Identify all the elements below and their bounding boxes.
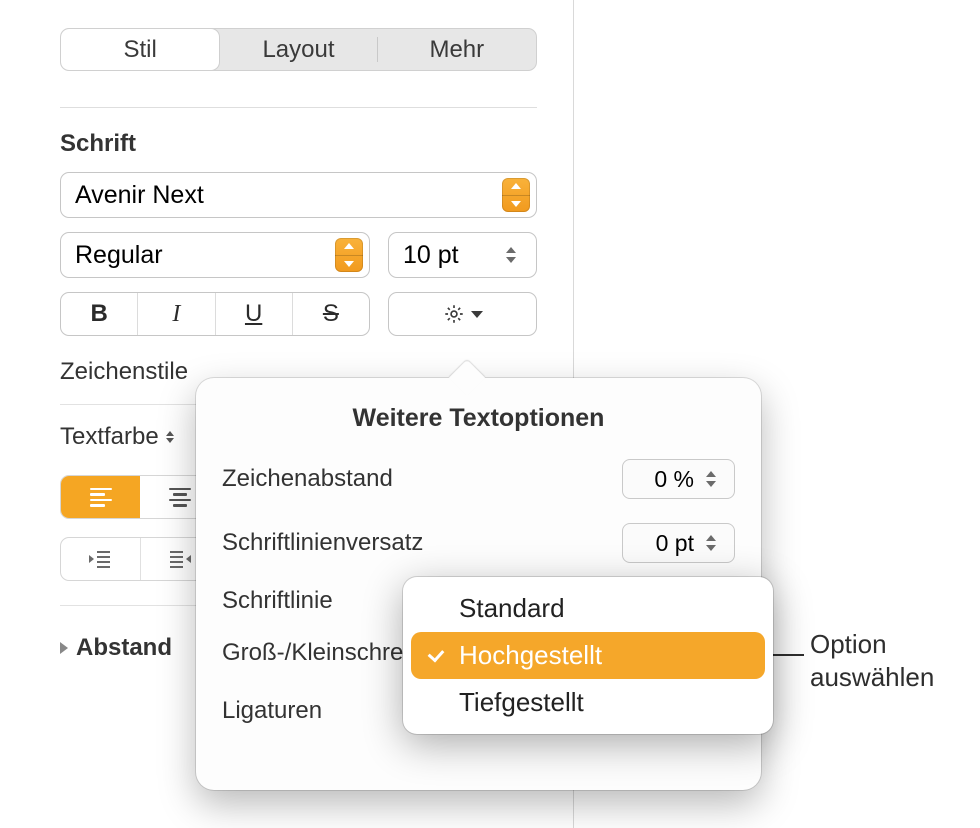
font-family-value: Avenir Next (75, 181, 204, 210)
textfarbe-label: Textfarbe (60, 423, 159, 451)
italic-button[interactable]: I (138, 293, 215, 335)
font-family-select[interactable]: Avenir Next (60, 172, 537, 218)
bold-button[interactable]: B (61, 293, 138, 335)
textfarbe-stepper-icon (166, 431, 174, 443)
strike-button[interactable]: S (293, 293, 369, 335)
tab-mehr-label: Mehr (429, 36, 484, 64)
abstand-label: Abstand (76, 634, 172, 662)
font-style-value: Regular (75, 241, 163, 270)
tab-mehr[interactable]: Mehr (378, 29, 536, 70)
option-hochgestellt-label: Hochgestellt (459, 640, 602, 671)
gear-icon (443, 303, 465, 325)
font-style-select[interactable]: Regular (60, 232, 370, 278)
inspector-tabs: Stil Layout Mehr (60, 28, 537, 71)
versatz-field[interactable]: 0 pt (622, 523, 735, 563)
option-tiefgestellt-label: Tiefgestellt (459, 687, 584, 718)
more-text-options-button[interactable] (388, 292, 537, 336)
font-size-stepper[interactable] (506, 238, 528, 272)
popover-title: Weitere Textoptionen (222, 404, 735, 433)
font-section-label: Schrift (60, 130, 537, 158)
zeichenabstand-stepper[interactable] (706, 462, 728, 496)
versatz-label: Schriftlinienversatz (222, 529, 622, 557)
tab-stil[interactable]: Stil (61, 29, 219, 70)
versatz-stepper[interactable] (706, 526, 728, 560)
font-family-stepper-icon (502, 178, 530, 212)
font-size-field[interactable]: 10 pt (388, 232, 537, 278)
outdent-button[interactable] (61, 538, 141, 580)
text-format-segmented: B I U S (60, 292, 370, 336)
zeichenabstand-label: Zeichenabstand (222, 465, 622, 493)
underline-label: U (245, 300, 262, 328)
italic-label: I (172, 301, 180, 328)
chevron-down-icon (471, 311, 483, 318)
option-tiefgestellt[interactable]: Tiefgestellt (411, 679, 765, 726)
zeichenabstand-field[interactable]: 0 % (622, 459, 735, 499)
tab-layout-label: Layout (262, 36, 334, 64)
callout-leader-line (772, 654, 804, 656)
strike-label: S (323, 300, 339, 328)
align-left-button[interactable] (61, 476, 140, 518)
versatz-value: 0 pt (635, 530, 698, 557)
font-style-stepper-icon (335, 238, 363, 272)
underline-button[interactable]: U (216, 293, 293, 335)
indent-icon (168, 549, 192, 569)
bold-label: B (90, 300, 107, 328)
schriftlinie-dropdown: Standard Hochgestellt Tiefgestellt (403, 577, 773, 734)
callout-text: Option auswählen (810, 628, 934, 693)
tab-stil-label: Stil (123, 36, 156, 64)
outdent-icon (88, 549, 112, 569)
checkmark-icon (425, 649, 447, 663)
tab-layout[interactable]: Layout (219, 29, 377, 70)
disclosure-triangle-icon (60, 642, 68, 654)
option-standard[interactable]: Standard (411, 585, 765, 632)
option-standard-label: Standard (459, 593, 565, 624)
font-size-value: 10 pt (403, 241, 459, 270)
divider (60, 107, 537, 108)
option-hochgestellt[interactable]: Hochgestellt (411, 632, 765, 679)
zeichenabstand-value: 0 % (635, 466, 698, 493)
zeichenstile-text: Zeichenstile (60, 358, 188, 386)
